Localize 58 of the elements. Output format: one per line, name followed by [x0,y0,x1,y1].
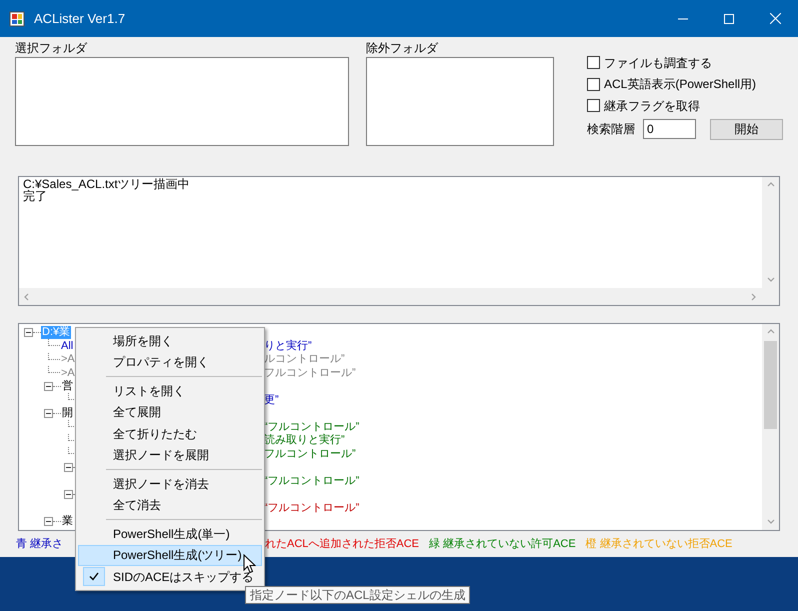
log-line: 完了 [23,190,47,202]
expander-icon[interactable] [24,328,33,338]
menu-item[interactable]: 全て消去 [78,494,262,516]
field-label: 検索階層 [587,121,635,138]
menu-item[interactable]: 選択ノードを展開 [78,444,262,466]
expander-icon[interactable] [44,382,53,392]
tree-node[interactable]: >A [60,366,76,380]
tree-node[interactable]: >A [60,353,76,366]
log-box[interactable]: C:¥Sales_ACL.txtツリー描画中 完了 [18,176,780,306]
legend-text: れたACLへ追加された拒否ACE [265,538,420,550]
expander-icon[interactable] [44,409,53,418]
tree-node-text: フルコントロール” [264,448,356,461]
checkbox[interactable] [587,56,600,70]
expander-icon[interactable] [44,517,53,526]
start-button[interactable]: 開始 [710,118,783,140]
tree-node[interactable]: 開 [61,407,74,420]
legend-text: 緑 継承されていない許可ACE [429,538,576,550]
expander-icon[interactable] [64,463,73,472]
tree-line [48,366,60,374]
legend-text: 橙 継承されていない拒否ACE [586,538,732,550]
log-line: C:¥Sales_ACL.txtツリー描画中 [23,178,191,190]
menu-item[interactable]: プロパティを開く [78,352,262,373]
vertical-scrollbar[interactable] [762,324,779,530]
tree-node-text: りと実行” [264,340,312,353]
menu-item[interactable]: SIDのACEはスキップする [78,566,262,588]
tree-node[interactable]: 営 [61,380,74,394]
vertical-scrollbar[interactable] [762,177,779,288]
checkbox[interactable] [587,78,600,91]
menu-item[interactable]: 選択ノードを消去 [78,473,262,494]
checkbox[interactable] [587,99,600,112]
tree-node[interactable]: 業 [61,515,74,528]
window-title: ACLister Ver1.7 [34,10,126,28]
menu-item[interactable]: PowerShell生成(ツリー) [78,544,262,566]
tree-line [48,352,60,360]
field-label: 選択フォルダ [15,40,88,57]
horizontal-scrollbar[interactable] [19,288,762,305]
exclude-folder-box[interactable] [366,57,554,146]
select-folder-box[interactable] [15,57,349,146]
expander-icon[interactable] [64,490,73,500]
app-icon [9,10,25,26]
menu-item[interactable]: 場所を開く [78,330,262,352]
tree-node[interactable]: All [60,340,74,353]
option-label: ACL英語表示(PowerShell用) [604,76,756,94]
depth-field[interactable]: 0 [643,119,696,139]
scrollbar-thumb[interactable] [764,341,777,429]
close-icon [770,13,780,24]
mouse-cursor-icon [243,554,256,574]
tooltip: 指定ノード以下のACL設定シェルの生成 [245,586,470,604]
maximize-icon [724,14,734,24]
option-label: 継承フラグを取得 [604,98,700,115]
tree-node-text: 更” [264,394,279,407]
tree-line [48,339,60,346]
menu-item[interactable]: リストを開く [78,380,262,402]
legend-text: 青 継承さ [16,538,64,550]
option-label: ファイルも調査する [604,54,712,72]
menu-item[interactable]: 全て展開 [78,402,262,423]
menu-item[interactable]: 全て折りたたむ [78,423,262,444]
field-label: 除外フォルダ [366,40,440,57]
